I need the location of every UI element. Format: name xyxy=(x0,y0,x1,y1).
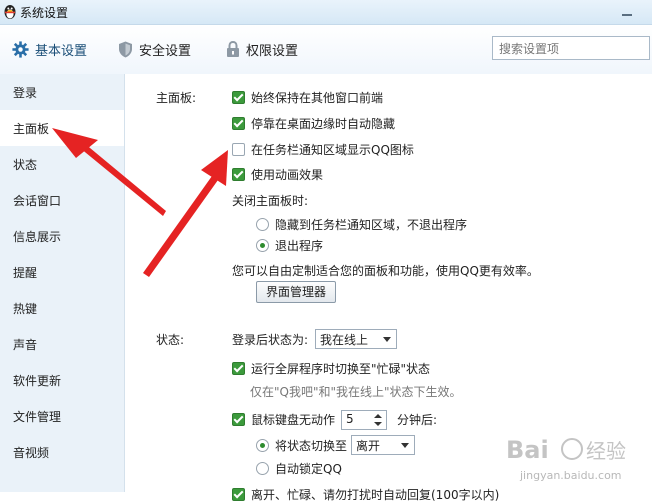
switch-status-select[interactable]: 离开 xyxy=(351,435,415,455)
radio-button[interactable] xyxy=(256,217,269,231)
radio-button[interactable] xyxy=(256,461,269,475)
radio-label: 将状态切换至 xyxy=(275,438,348,453)
sidebar-item-file-management[interactable]: 文件管理 xyxy=(0,398,124,434)
watermark-url: jingyan.baidu.com xyxy=(520,469,622,482)
login-status-label: 登录后状态为: xyxy=(232,333,309,347)
chevron-down-icon xyxy=(383,337,391,342)
lock-icon xyxy=(227,40,239,57)
svg-text:Bai: Bai xyxy=(506,436,549,464)
search-input[interactable]: 搜索设置项 xyxy=(492,36,650,60)
switch-status-value: 离开 xyxy=(356,439,381,453)
option-idle-switch[interactable]: 鼠标键盘无动作 xyxy=(232,410,335,428)
sidebar-item-reminders[interactable]: 提醒 xyxy=(0,254,124,290)
shield-icon xyxy=(119,41,132,57)
checkbox[interactable] xyxy=(232,142,245,156)
radio-button[interactable] xyxy=(256,238,269,252)
chevron-down-icon xyxy=(401,443,409,448)
sidebar-item-info-display[interactable]: 信息展示 xyxy=(0,218,124,254)
top-nav: 基本设置 安全设置 权限设置 搜索设置项 xyxy=(0,25,652,75)
idle-minutes-stepper[interactable]: 5 xyxy=(341,410,387,430)
radio-label: 自动锁定QQ xyxy=(275,461,342,476)
tab-basic-settings-label: 基本设置 xyxy=(35,43,88,59)
sidebar-item-sound[interactable]: 声音 xyxy=(0,326,124,362)
sidebar-item-status[interactable]: 状态 xyxy=(0,146,124,182)
minimize-button[interactable] xyxy=(622,14,632,16)
tab-permission-settings-label: 权限设置 xyxy=(246,43,299,59)
sidebar-item-audio-video[interactable]: 音视频 xyxy=(0,434,124,470)
tab-security-settings-label: 安全设置 xyxy=(139,43,192,59)
sidebar-item-software-update[interactable]: 软件更新 xyxy=(0,362,124,398)
option-label: 在任务栏通知区域显示QQ图标 xyxy=(251,142,414,157)
close-panel-label: 关闭主面板时: xyxy=(232,194,309,208)
tab-permission-settings[interactable]: 权限设置 xyxy=(226,39,298,59)
window-title: 系统设置 xyxy=(20,6,69,20)
idle-minutes-suffix: 分钟后: xyxy=(397,413,438,427)
gear-icon xyxy=(12,40,29,58)
chevron-down-icon[interactable] xyxy=(374,422,382,426)
checkbox[interactable] xyxy=(232,361,245,375)
tab-basic-settings[interactable]: 基本设置 xyxy=(12,39,87,59)
main-panel-section-label: 主面板: xyxy=(156,91,197,105)
option-label: 始终保持在其他窗口前端 xyxy=(251,90,384,105)
login-status-value: 我在线上 xyxy=(320,333,369,347)
checkbox[interactable] xyxy=(232,90,245,104)
checkbox[interactable] xyxy=(232,412,245,426)
option-label: 运行全屏程序时切换至"忙碌"状态 xyxy=(251,361,431,376)
customize-hint: 您可以自由定制适合您的面板和功能，使用QQ更有效率。 xyxy=(232,264,539,278)
tab-security-settings[interactable]: 安全设置 xyxy=(118,39,191,59)
option-auto-reply[interactable]: 离开、忙碌、请勿打扰时自动回复(100字以内) xyxy=(232,485,499,503)
status-section-label: 状态: xyxy=(156,333,185,347)
option-always-on-top[interactable]: 始终保持在其他窗口前端 xyxy=(232,88,383,106)
option-label: 鼠标键盘无动作 xyxy=(251,412,336,427)
checkbox[interactable] xyxy=(232,116,245,130)
option-tray-icon[interactable]: 在任务栏通知区域显示QQ图标 xyxy=(232,140,414,158)
chevron-up-icon[interactable] xyxy=(374,414,382,418)
fullscreen-hint: 仅在"Q我吧"和"我在线上"状态下生效。 xyxy=(250,385,462,399)
option-auto-hide[interactable]: 停靠在桌面边缘时自动隐藏 xyxy=(232,114,395,132)
svg-text:经验: 经验 xyxy=(586,439,626,463)
radio-label: 退出程序 xyxy=(275,238,324,253)
option-label: 使用动画效果 xyxy=(251,167,324,182)
radio-exit-program[interactable]: 退出程序 xyxy=(256,236,323,254)
sidebar: 登录 主面板 状态 会话窗口 信息展示 提醒 热键 声音 软件更新 文件管理 音… xyxy=(0,74,125,492)
settings-content: 主面板: 始终保持在其他窗口前端 停靠在桌面边缘时自动隐藏 在任务栏通知区域显示… xyxy=(125,74,652,502)
option-label: 离开、忙碌、请勿打扰时自动回复(100字以内) xyxy=(251,487,500,502)
sidebar-item-main-panel[interactable]: 主面板 xyxy=(0,110,124,146)
radio-switch-status[interactable]: 将状态切换至 xyxy=(256,436,347,454)
option-animation[interactable]: 使用动画效果 xyxy=(232,165,323,183)
sidebar-item-hotkeys[interactable]: 热键 xyxy=(0,290,124,326)
title-bar: 系统设置 xyxy=(0,0,652,25)
option-label: 停靠在桌面边缘时自动隐藏 xyxy=(251,116,396,131)
checkbox[interactable] xyxy=(232,167,245,181)
radio-button[interactable] xyxy=(256,438,269,452)
radio-auto-lock[interactable]: 自动锁定QQ xyxy=(256,459,342,477)
sidebar-item-login[interactable]: 登录 xyxy=(0,74,124,110)
login-status-select[interactable]: 我在线上 xyxy=(315,329,397,349)
interface-manager-button[interactable]: 界面管理器 xyxy=(256,281,336,303)
checkbox[interactable] xyxy=(232,487,245,501)
option-fullscreen-busy[interactable]: 运行全屏程序时切换至"忙碌"状态 xyxy=(232,359,430,377)
idle-minutes-value: 5 xyxy=(346,412,354,426)
qq-penguin-icon xyxy=(4,5,16,19)
radio-label: 隐藏到任务栏通知区域，不退出程序 xyxy=(275,217,468,232)
radio-hide-to-tray[interactable]: 隐藏到任务栏通知区域，不退出程序 xyxy=(256,215,467,233)
sidebar-item-chat-window[interactable]: 会话窗口 xyxy=(0,182,124,218)
